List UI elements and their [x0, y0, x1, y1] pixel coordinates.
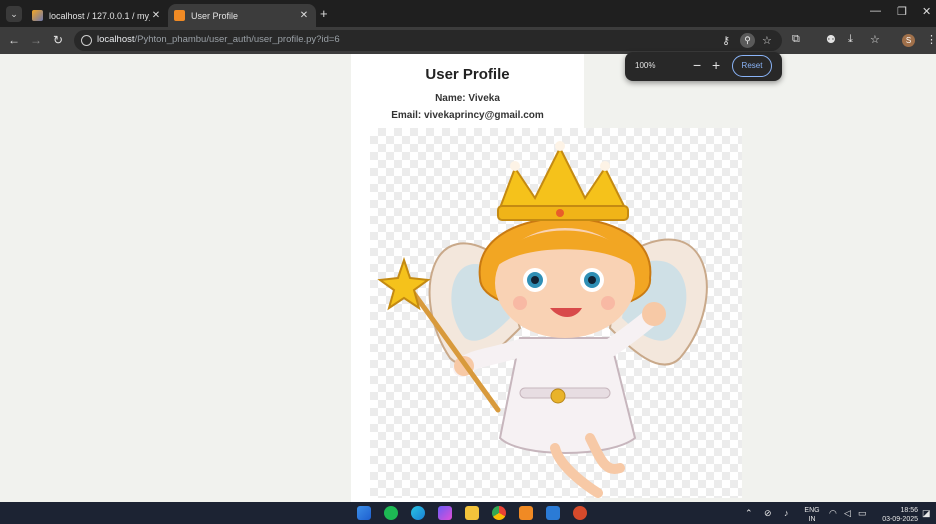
minimize-icon[interactable]: —: [870, 5, 881, 17]
tab-title: User Profile: [191, 10, 239, 21]
angel-illustration: [377, 141, 708, 498]
password-key-icon[interactable]: ⚷: [722, 34, 730, 47]
profile-email: Email: vivekaprincy@gmail.com: [391, 110, 544, 121]
spotify-icon[interactable]: [384, 506, 398, 520]
zoom-in-button[interactable]: +: [712, 57, 720, 73]
notification-bell-icon[interactable]: ◪: [922, 508, 931, 519]
camera-off-icon[interactable]: ⊘: [764, 508, 772, 519]
zoom-level: 100%: [635, 61, 656, 70]
language-region: IN: [808, 516, 816, 523]
page-title: User Profile: [425, 66, 510, 83]
address-bar[interactable]: localhost/Pyhton_phambu/user_auth/user_p…: [74, 30, 782, 51]
forward-arrow-icon[interactable]: →: [28, 33, 44, 47]
clock-time: 18:56: [900, 507, 918, 514]
profile-avatar[interactable]: S: [902, 34, 915, 47]
tray-chevron-up-icon[interactable]: ⌃: [745, 508, 753, 519]
tab-phpmyadmin[interactable]: localhost / 127.0.0.1 / my_app / ✕: [26, 4, 168, 27]
url-text[interactable]: localhost/Pyhton_phambu/user_auth/user_p…: [97, 34, 340, 45]
powerpoint-icon[interactable]: [573, 506, 587, 520]
xampp-favicon-icon: [174, 10, 185, 21]
edge-icon[interactable]: [411, 506, 425, 520]
zoom-reset-button[interactable]: Reset: [732, 55, 772, 77]
phpmyadmin-favicon-icon: [32, 10, 43, 21]
tab-user-profile[interactable]: User Profile ✕: [168, 4, 316, 27]
zoom-out-button[interactable]: −: [693, 57, 701, 73]
zoom-magnifier-icon[interactable]: ⚲: [740, 33, 755, 48]
copilot-icon[interactable]: [438, 506, 452, 520]
language-code: ENG: [804, 507, 820, 514]
tab-title: localhost / 127.0.0.1 / my_app /: [49, 10, 150, 21]
wifi-icon[interactable]: ◠: [829, 508, 837, 519]
reload-icon[interactable]: ↻: [50, 33, 66, 47]
clock[interactable]: 18:56 03-09-2025: [876, 506, 918, 524]
extensions-icon[interactable]: ⧉: [792, 33, 800, 46]
tab-close-icon[interactable]: ✕: [298, 10, 310, 21]
favorites-icon[interactable]: ☆: [870, 33, 880, 46]
browser-toolbar: ← → ↻ localhost/Pyhton_phambu/user_auth/…: [0, 27, 936, 54]
window-close-icon[interactable]: ✕: [922, 5, 931, 18]
download-icon[interactable]: ⤓: [848, 33, 853, 46]
language-indicator[interactable]: ENG IN: [803, 506, 821, 524]
battery-icon[interactable]: ▭: [858, 508, 867, 519]
url-host: localhost: [97, 34, 135, 45]
tab-close-icon[interactable]: ✕: [150, 10, 162, 21]
chrome-icon[interactable]: [492, 506, 506, 520]
file-explorer-icon[interactable]: [465, 506, 479, 520]
profile-image: [370, 128, 742, 498]
new-tab-plus-icon[interactable]: +: [320, 6, 328, 21]
bookmark-star-icon[interactable]: ☆: [762, 34, 772, 47]
site-info-icon[interactable]: [81, 35, 92, 46]
profile-name: Name: Viveka: [435, 93, 500, 104]
vscode-icon[interactable]: [546, 506, 560, 520]
incognito-icon[interactable]: ⚉: [826, 33, 836, 46]
menu-kebab-icon[interactable]: ⋮: [926, 33, 936, 46]
xampp-icon[interactable]: [519, 506, 533, 520]
microphone-icon[interactable]: ♪: [784, 508, 789, 518]
volume-icon[interactable]: ◁: [844, 508, 851, 519]
windows-taskbar: ⌃ ⊘ ♪ ENG IN ◠ ◁ ▭ 18:56 03-09-2025 ◪: [0, 502, 936, 524]
clock-date: 03-09-2025: [882, 516, 918, 523]
back-arrow-icon[interactable]: ←: [6, 33, 22, 47]
zoom-popup: 100% − + Reset: [625, 52, 782, 81]
tab-search-chevron-icon[interactable]: ⌄: [6, 6, 22, 22]
url-path: /Pyhton_phambu/user_auth/user_profile.py…: [134, 34, 340, 45]
tab-strip: ⌄ localhost / 127.0.0.1 / my_app / ✕ Use…: [0, 0, 936, 27]
restore-icon[interactable]: ❐: [897, 5, 907, 18]
windows-start-icon[interactable]: [357, 506, 371, 520]
